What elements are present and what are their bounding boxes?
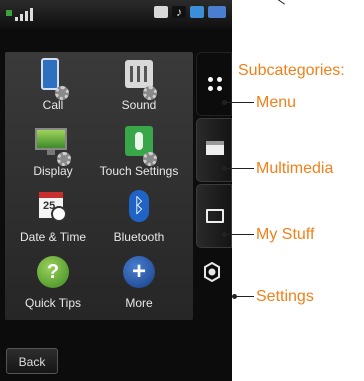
settings-callout: Settings [256,288,314,305]
grid-dots-icon [208,77,222,91]
app-call[interactable]: Call [10,58,96,112]
tab-my-stuff[interactable] [196,184,232,248]
callout-line [264,0,285,5]
calendar-clock-icon: 25 [35,190,71,226]
folder-icon [206,209,224,223]
callout-line [224,234,254,235]
display-settings-icon [35,124,71,166]
message-icon [154,6,168,18]
my-stuff-callout: My Stuff [256,226,315,243]
app-sound[interactable]: Sound [96,58,182,112]
app-more[interactable]: + More [96,256,182,310]
app-bluetooth[interactable]: ᛒ Bluetooth [96,190,182,244]
plus-icon: + [121,256,157,292]
bluetooth-status-icon [190,6,204,18]
status-bar: ♪ [0,0,232,28]
callout-line [224,102,254,103]
multimedia-callout: Multimedia [256,160,334,177]
callout-line [234,296,254,297]
battery-icon [208,6,226,18]
phone-settings-icon [35,58,71,100]
question-icon: ? [35,256,71,292]
app-date-time[interactable]: 25 Date & Time [10,190,96,244]
app-display[interactable]: Display [10,124,96,178]
tab-menu[interactable] [196,52,232,116]
sound-settings-icon [121,58,157,100]
subcategories-heading: Subcategories: [238,62,345,79]
signal-strength-icon [6,8,33,21]
app-quick-tips[interactable]: ? Quick Tips [10,256,96,310]
back-button[interactable]: Back [6,348,58,374]
phone-screen: ♪ Call Sound Display Touch Settings 25 D… [0,0,232,381]
menu-callout: Menu [256,94,297,111]
bluetooth-icon: ᛒ [121,190,157,226]
touch-settings-icon [121,124,157,166]
music-note-icon: ♪ [172,6,186,18]
tab-multimedia[interactable] [196,118,232,182]
callout-line [224,168,254,169]
film-icon [206,141,224,155]
app-touch-settings[interactable]: Touch Settings [96,124,182,178]
gear-icon[interactable] [202,262,222,282]
